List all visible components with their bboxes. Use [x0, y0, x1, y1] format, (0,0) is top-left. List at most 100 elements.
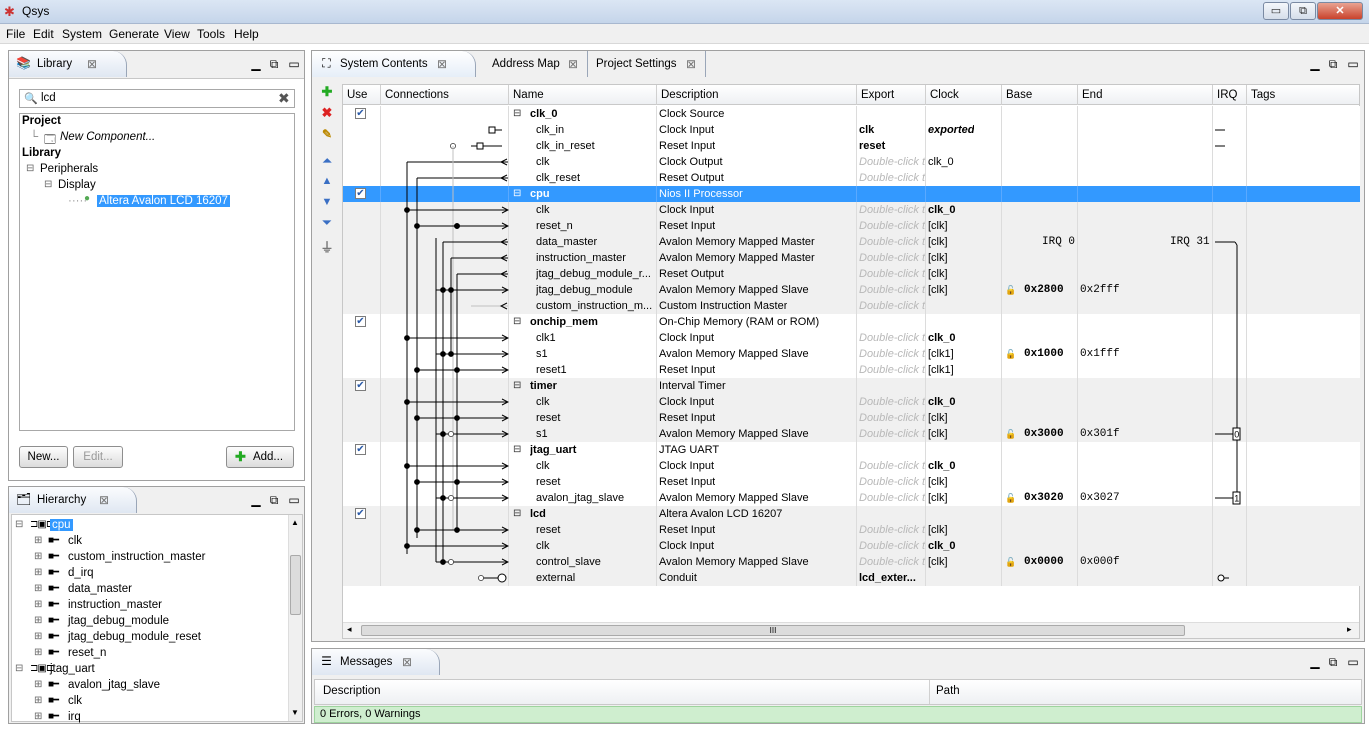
clock-cell[interactable]: clk_0 [928, 202, 956, 218]
name-cell[interactable]: jtag_debug_module_r... [536, 266, 654, 282]
hierarchy-interface[interactable]: d_irq [68, 567, 94, 579]
remove-icon[interactable]: ✖ [319, 105, 335, 121]
panel-maximize-icon[interactable]: ▭ [1346, 655, 1360, 669]
connection-dot[interactable] [414, 527, 420, 533]
name-cell[interactable]: clk [536, 202, 654, 218]
expand-icon[interactable]: ⊞ [34, 599, 42, 610]
collapse-icon[interactable]: ⊟ [513, 378, 521, 394]
clock-cell[interactable]: [clk] [928, 282, 948, 298]
name-cell[interactable]: custom_instruction_m... [536, 298, 654, 314]
name-cell[interactable]: instruction_master [536, 250, 654, 266]
clock-cell[interactable]: [clk1] [928, 362, 954, 378]
collapse-icon[interactable]: ⊟ [44, 179, 52, 190]
connections-diagram[interactable] [381, 106, 509, 602]
connection-dot[interactable] [414, 367, 420, 373]
col-name[interactable]: Name [509, 85, 657, 105]
lock-icon[interactable]: 🔓 [1005, 554, 1016, 570]
connection-dot[interactable] [440, 351, 446, 357]
clock-cell[interactable]: [clk] [928, 490, 948, 506]
lock-icon[interactable]: 🔓 [1005, 426, 1016, 442]
connection-dot[interactable] [454, 415, 460, 421]
connection-dot[interactable] [454, 223, 460, 229]
name-cell[interactable]: reset1 [536, 362, 654, 378]
irq-diagram[interactable]: 01 [1213, 106, 1247, 602]
connection-dot[interactable] [414, 479, 420, 485]
export-cell[interactable]: lcd_exter... [859, 570, 925, 586]
name-cell[interactable]: external [536, 570, 654, 586]
export-cell[interactable]: Double-click to export [859, 522, 925, 538]
connection-dot[interactable] [440, 431, 446, 437]
tab-close-icon[interactable]: ⊠ [87, 51, 97, 77]
connection-dot[interactable] [448, 495, 454, 501]
connection-dot[interactable] [404, 543, 410, 549]
scroll-up-icon[interactable]: ▲ [291, 518, 299, 527]
connection-dot[interactable] [454, 527, 460, 533]
export-cell[interactable]: Double-click to export [859, 346, 925, 362]
scroll-thumb[interactable] [290, 555, 301, 615]
menu-file[interactable]: File [6, 27, 25, 41]
edit-button[interactable]: Edit... [73, 446, 123, 468]
collapse-icon[interactable]: ⊟ [26, 163, 34, 174]
scroll-right-icon[interactable]: ▸ [1347, 624, 1352, 635]
move-bottom-icon[interactable]: ⏷ [319, 215, 335, 231]
expand-icon[interactable]: ⊞ [34, 615, 42, 626]
horizontal-scrollbar[interactable]: ◂ III ▸ [343, 622, 1359, 638]
col-base[interactable]: Base [1002, 85, 1078, 105]
expand-icon[interactable]: ⊞ [34, 711, 42, 722]
clock-cell[interactable]: [clk] [928, 234, 948, 250]
hierarchy-interface[interactable]: jtag_debug_module [68, 615, 169, 627]
export-cell[interactable]: reset [859, 138, 925, 154]
clock-cell[interactable]: [clk1] [928, 346, 954, 362]
name-cell[interactable]: clk_in [536, 122, 654, 138]
lock-icon[interactable]: 🔓 [1005, 282, 1016, 298]
add-icon[interactable]: ✚ [319, 84, 335, 100]
scroll-down-icon[interactable]: ▼ [291, 708, 299, 717]
collapse-icon[interactable]: ⊟ [513, 106, 521, 122]
clock-cell[interactable]: clk_0 [928, 394, 956, 410]
name-cell[interactable]: onchip_mem [530, 314, 655, 330]
col-clock[interactable]: Clock [926, 85, 1002, 105]
col-description[interactable]: Description [657, 85, 857, 105]
hierarchy-interface[interactable]: data_master [68, 583, 132, 595]
connection-dot[interactable] [440, 287, 446, 293]
clock-cell[interactable]: [clk] [928, 522, 948, 538]
name-cell[interactable]: jtag_uart [530, 442, 655, 458]
use-checkbox[interactable]: ✔ [355, 316, 366, 327]
export-cell[interactable]: Double-click to export [859, 410, 925, 426]
menu-help[interactable]: Help [234, 27, 259, 41]
panel-detach-icon[interactable]: ⧉ [267, 57, 281, 71]
tree-display[interactable]: Display [58, 179, 96, 191]
export-cell[interactable] [859, 314, 925, 330]
export-cell[interactable]: Double-click to export [859, 266, 925, 282]
export-cell[interactable]: Double-click to export [859, 474, 925, 490]
tree-peripherals[interactable]: Peripherals [40, 163, 98, 175]
use-checkbox[interactable]: ✔ [355, 380, 366, 391]
tab-close-icon[interactable]: ⊠ [568, 51, 578, 77]
export-cell[interactable] [859, 106, 925, 122]
expand-icon[interactable]: ⊞ [34, 551, 42, 562]
clock-cell[interactable]: [clk] [928, 410, 948, 426]
collapse-icon[interactable]: ⊟ [513, 186, 521, 202]
export-port[interactable] [488, 126, 496, 134]
tab-close-icon[interactable]: ⊠ [437, 51, 447, 77]
name-cell[interactable]: clk [536, 394, 654, 410]
connection-dot[interactable] [404, 463, 410, 469]
expand-icon[interactable]: ⊞ [34, 695, 42, 706]
scroll-left-icon[interactable]: ◂ [347, 624, 352, 635]
export-cell[interactable]: Double-click to export [859, 490, 925, 506]
use-checkbox[interactable]: ✔ [355, 444, 366, 455]
tab-hierarchy[interactable]: 🗂 Hierarchy ⊠ [9, 487, 137, 513]
export-cell[interactable] [859, 378, 925, 394]
export-cell[interactable]: Double-click to export [859, 298, 925, 314]
hierarchy-interface[interactable]: jtag_debug_module_reset [68, 631, 201, 643]
name-cell[interactable]: reset_n [536, 218, 654, 234]
hierarchy-interface[interactable]: avalon_jtag_slave [68, 679, 160, 691]
name-cell[interactable]: clk1 [536, 330, 654, 346]
name-cell[interactable]: clk [536, 154, 654, 170]
connection-dot[interactable] [448, 431, 454, 437]
name-cell[interactable]: avalon_jtag_slave [536, 490, 654, 506]
name-cell[interactable]: clk_reset [536, 170, 654, 186]
panel-maximize-icon[interactable]: ▭ [1346, 57, 1360, 71]
collapse-icon[interactable]: ⊟ [513, 506, 521, 522]
clock-cell[interactable]: [clk] [928, 218, 948, 234]
